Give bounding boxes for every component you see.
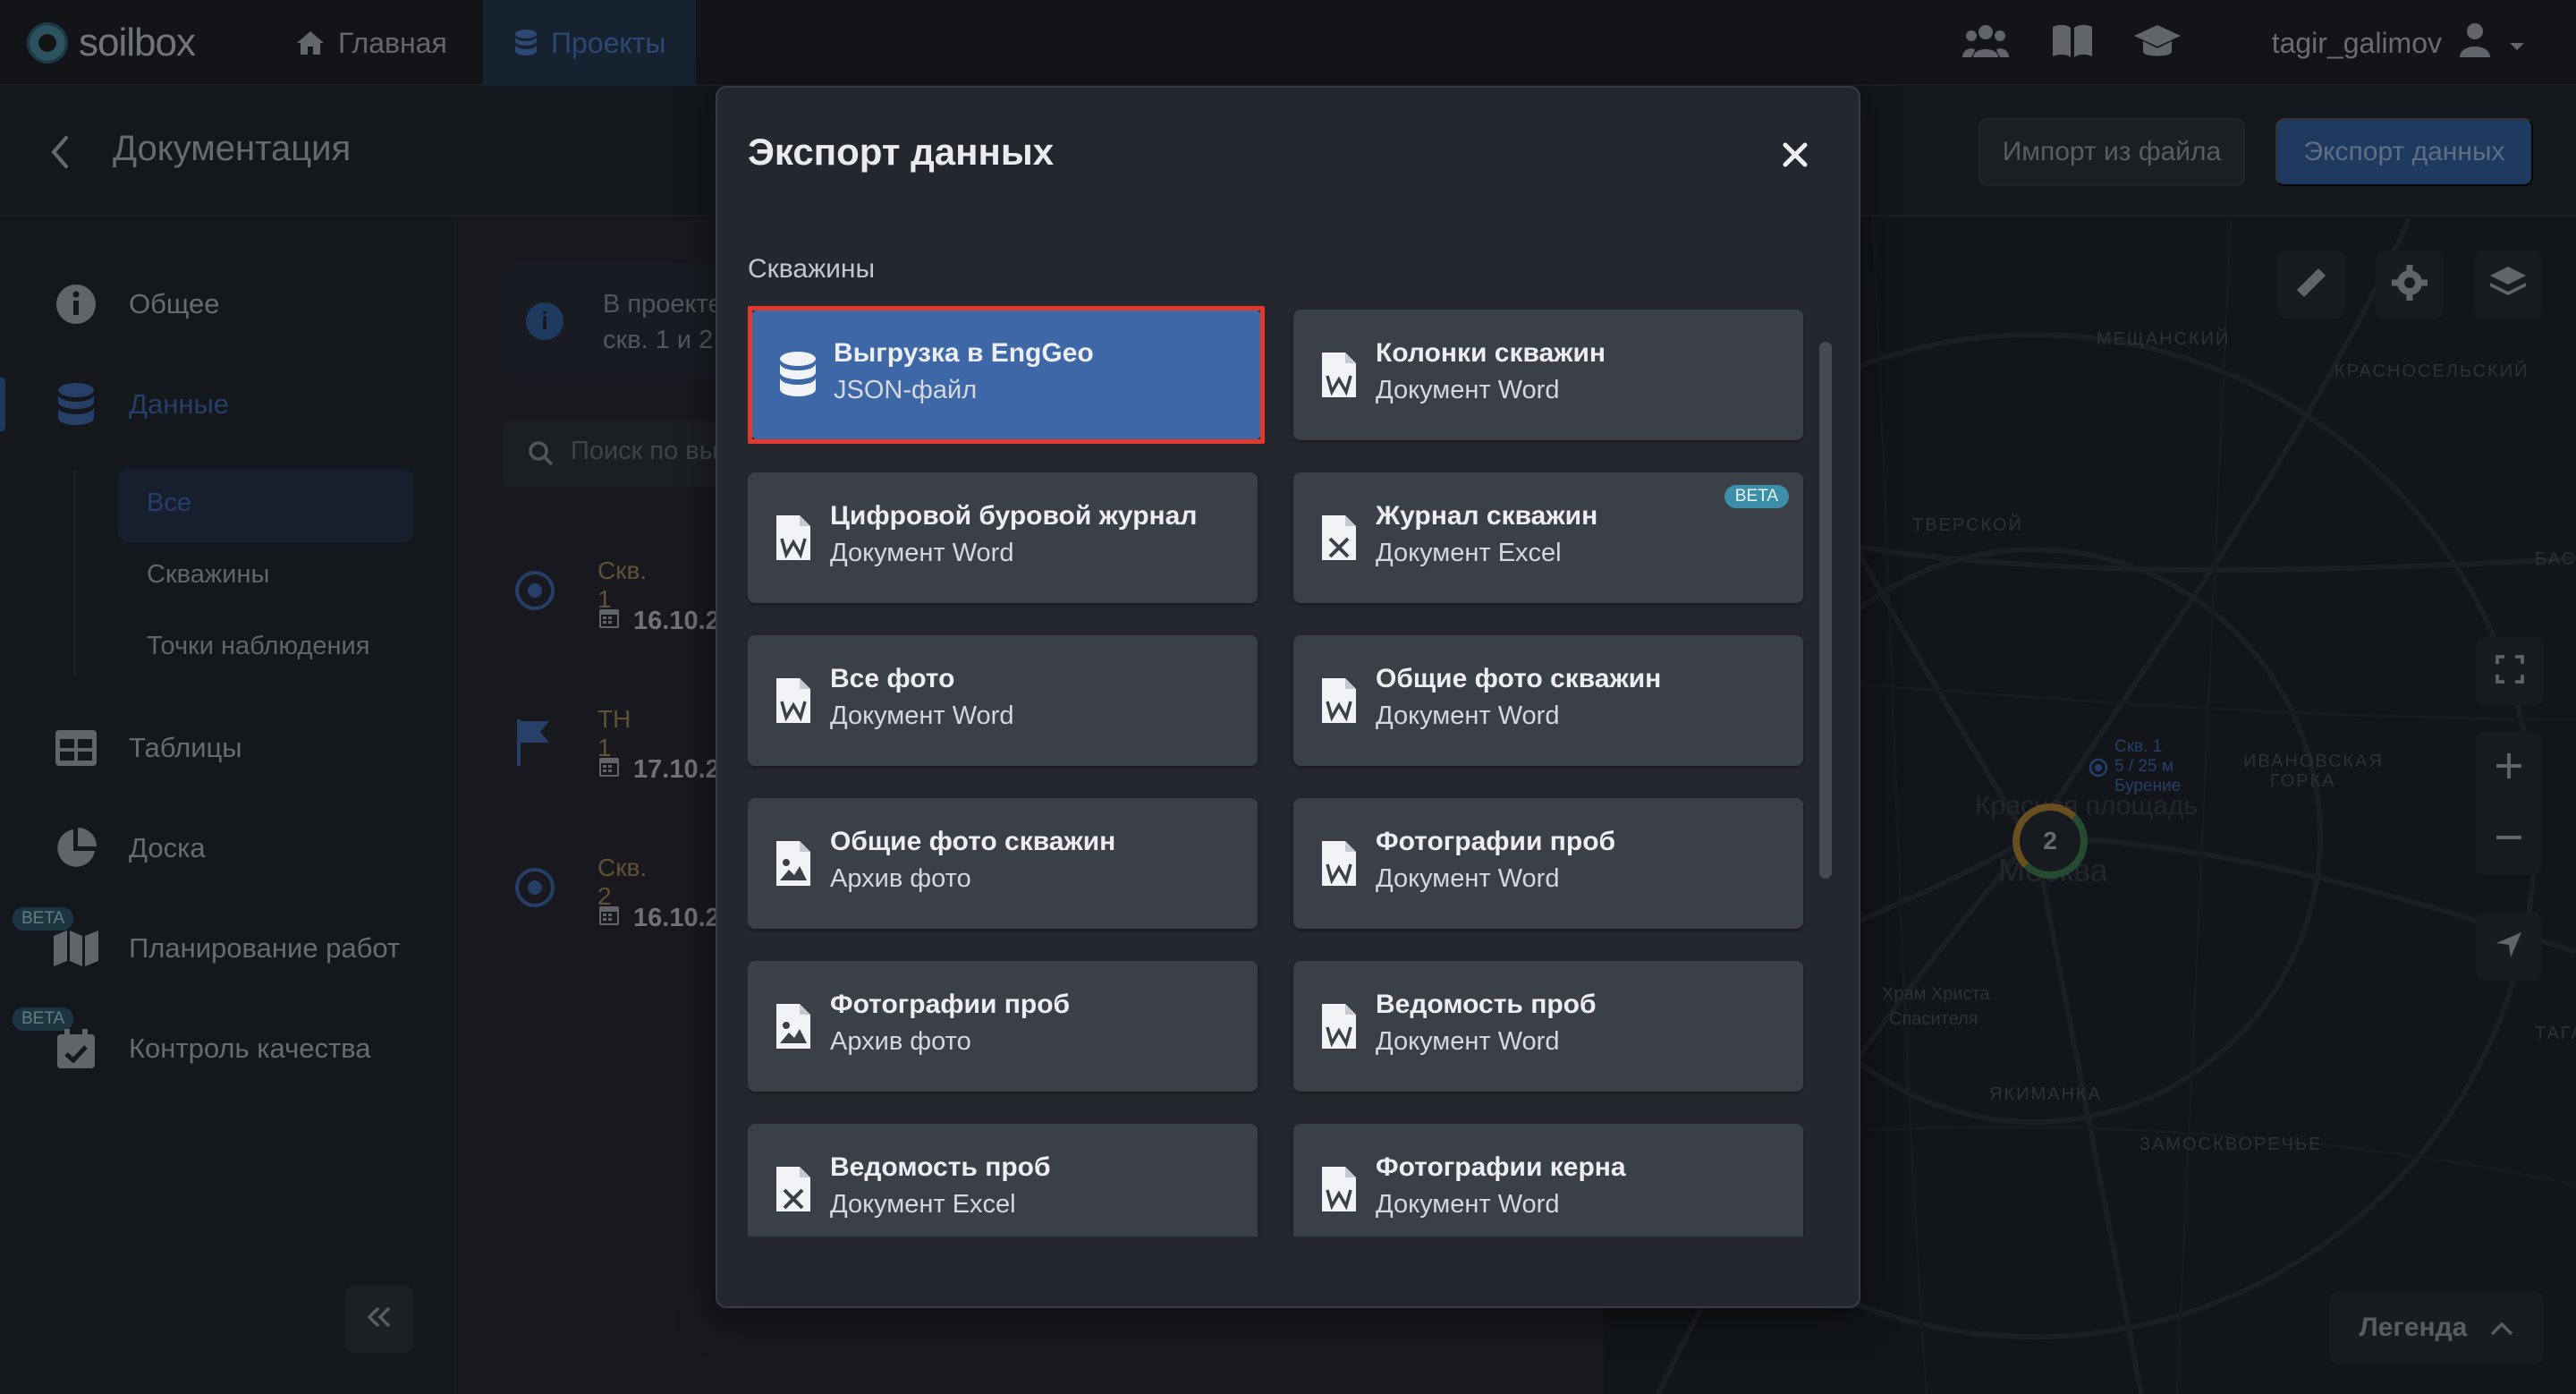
excel-file-icon	[1320, 514, 1363, 564]
card-subtitle: Архив фото	[830, 864, 971, 893]
word-file-icon	[775, 676, 818, 727]
word-file-icon	[1320, 351, 1363, 401]
modal-title: Экспорт данных	[748, 131, 1055, 173]
card-subtitle: Документ Word	[830, 539, 1014, 567]
card-title: Колонки скважин	[1376, 338, 1606, 368]
word-file-icon	[775, 514, 818, 564]
word-file-icon	[1320, 839, 1363, 889]
card-subtitle: Документ Word	[1376, 701, 1560, 730]
card-subtitle: Документ Word	[830, 701, 1014, 730]
section-label-wells: Скважины	[748, 254, 876, 284]
card-title: Цифровой буровой журнал	[830, 501, 1198, 531]
word-file-icon	[1320, 1165, 1363, 1215]
close-icon	[1782, 141, 1809, 173]
card-subtitle: Документ Excel	[1376, 539, 1562, 567]
export-card-sample-sheet-word[interactable]: Ведомость проб Документ Word	[1293, 961, 1803, 1092]
card-subtitle: Документ Word	[1376, 1190, 1560, 1219]
export-data-modal: Экспорт данных Скважины Выгрузка в EngGe…	[716, 86, 1860, 1308]
image-file-icon	[775, 1002, 818, 1052]
card-title: Общие фото скважин	[830, 827, 1116, 856]
card-title: Фотографии проб	[830, 990, 1071, 1019]
export-card-general-well-photos-word[interactable]: Общие фото скважин Документ Word	[1293, 635, 1803, 766]
beta-badge: BETA	[1724, 485, 1789, 508]
export-card-well-journal[interactable]: BETA Журнал скважин Документ Excel	[1293, 472, 1803, 603]
export-card-core-photos[interactable]: Фотографии керна Документ Word	[1293, 1124, 1803, 1237]
excel-file-icon	[775, 1165, 818, 1215]
image-file-icon	[775, 839, 818, 889]
export-card-all-photos[interactable]: Все фото Документ Word	[748, 635, 1258, 766]
card-subtitle: Архив фото	[830, 1027, 971, 1056]
card-title: Фотографии проб	[1376, 827, 1616, 856]
card-subtitle: Документ Word	[1376, 1027, 1560, 1056]
card-title: Журнал скважин	[1376, 501, 1598, 531]
card-title: Фотографии керна	[1376, 1152, 1626, 1182]
export-card-digital-log[interactable]: Цифровой буровой журнал Документ Word	[748, 472, 1258, 603]
modal-scrollbar[interactable]	[1819, 342, 1832, 879]
export-card-well-columns[interactable]: Колонки скважин Документ Word	[1293, 310, 1803, 440]
card-subtitle: Документ Word	[1376, 864, 1560, 893]
card-subtitle: Документ Excel	[830, 1190, 1016, 1219]
card-title: Ведомость проб	[1376, 990, 1597, 1019]
export-card-general-well-photos-archive[interactable]: Общие фото скважин Архив фото	[748, 798, 1258, 929]
export-card-sample-photos-word[interactable]: Фотографии проб Документ Word	[1293, 798, 1803, 929]
card-title: Ведомость проб	[830, 1152, 1051, 1182]
word-file-icon	[1320, 676, 1363, 727]
card-title: Общие фото скважин	[1376, 664, 1662, 693]
export-card-sample-photos-archive[interactable]: Фотографии проб Архив фото	[748, 961, 1258, 1092]
card-subtitle: Документ Word	[1376, 376, 1560, 404]
export-card-sample-sheet-excel[interactable]: Ведомость проб Документ Excel	[748, 1124, 1258, 1237]
export-options-grid: Выгрузка в EngGeo JSON-файл Колонки сква…	[748, 306, 1807, 1237]
card-title: Все фото	[830, 664, 955, 693]
close-button[interactable]	[1771, 132, 1819, 181]
selection-outline	[748, 306, 1265, 444]
word-file-icon	[1320, 1002, 1363, 1052]
